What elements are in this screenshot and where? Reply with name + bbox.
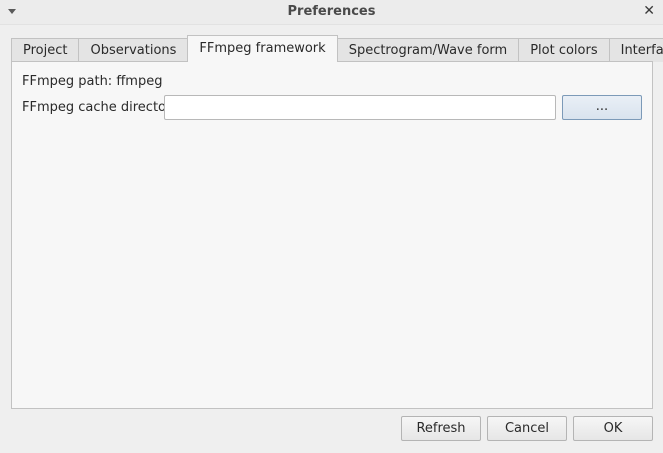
ffmpeg-cache-directory-label: FFmpeg cache directory bbox=[22, 100, 180, 115]
tab-interface[interactable]: Interface bbox=[608, 38, 663, 62]
tab-observations[interactable]: Observations bbox=[78, 38, 189, 62]
tab-spectrogram-wave-form[interactable]: Spectrogram/Wave form bbox=[336, 38, 520, 62]
window-title: Preferences bbox=[287, 4, 376, 19]
ffmpeg-path-label: FFmpeg path: ffmpeg bbox=[22, 74, 163, 89]
tab-plot-colors[interactable]: Plot colors bbox=[518, 38, 610, 62]
tab-bar: Project Observations FFmpeg framework Sp… bbox=[11, 35, 663, 62]
close-icon[interactable]: ✕ bbox=[643, 3, 655, 19]
title-bar[interactable]: Preferences ✕ bbox=[0, 0, 663, 25]
ffmpeg-settings-panel: FFmpeg path: ffmpeg FFmpeg cache directo… bbox=[11, 61, 653, 409]
tab-project[interactable]: Project bbox=[11, 38, 80, 62]
browse-cache-directory-button[interactable]: ... bbox=[562, 95, 642, 120]
preferences-dialog: Preferences ✕ Project Observations FFmpe… bbox=[0, 0, 663, 453]
tab-ffmpeg-framework[interactable]: FFmpeg framework bbox=[187, 35, 338, 62]
ok-button[interactable]: OK bbox=[573, 416, 653, 441]
cancel-button[interactable]: Cancel bbox=[487, 416, 567, 441]
ffmpeg-cache-directory-input[interactable] bbox=[164, 95, 556, 120]
refresh-button[interactable]: Refresh bbox=[401, 416, 481, 441]
